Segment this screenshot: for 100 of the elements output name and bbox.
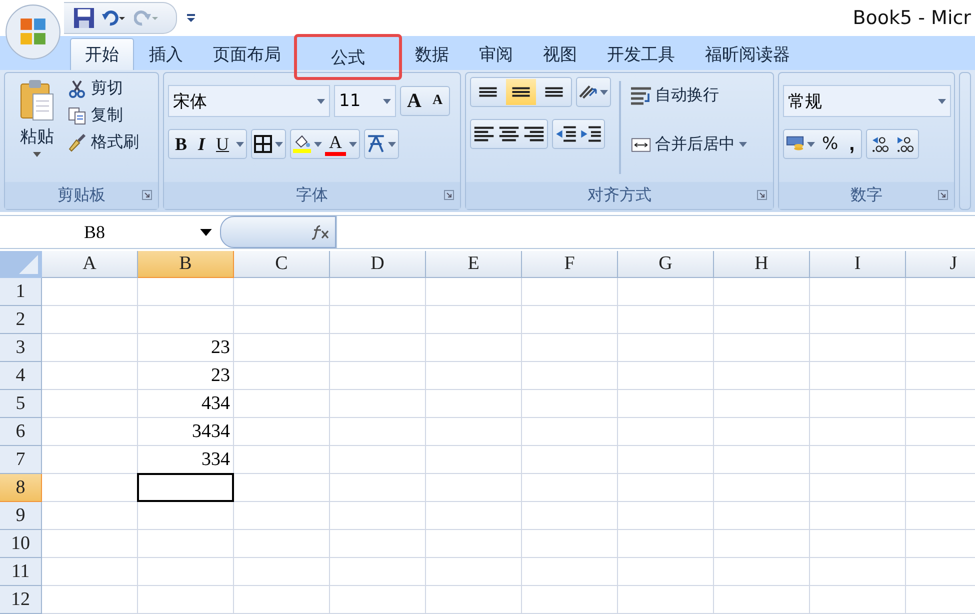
table-cell[interactable] — [522, 362, 618, 390]
dialog-launcher-icon[interactable] — [757, 190, 767, 200]
ribbon-tab[interactable]: 福昕阅读器 — [690, 38, 805, 70]
orientation-icon[interactable] — [579, 83, 597, 101]
row-header[interactable]: 3 — [0, 334, 42, 362]
table-cell[interactable]: 23 — [138, 334, 234, 362]
number-format-field[interactable]: 常规 — [783, 85, 951, 117]
table-cell[interactable] — [714, 418, 810, 446]
table-cell[interactable] — [42, 558, 138, 586]
table-cell[interactable] — [522, 418, 618, 446]
table-cell[interactable] — [42, 362, 138, 390]
table-cell[interactable] — [714, 502, 810, 530]
dropdown-caret-icon[interactable] — [349, 142, 358, 146]
table-cell[interactable]: 434 — [138, 390, 234, 418]
row-header[interactable]: 9 — [0, 502, 42, 530]
table-cell[interactable] — [426, 558, 522, 586]
dropdown-caret-icon[interactable] — [807, 142, 815, 146]
table-cell[interactable] — [714, 390, 810, 418]
shrink-font-button[interactable]: A — [428, 88, 447, 114]
borders-icon[interactable] — [254, 135, 272, 153]
table-cell[interactable] — [810, 390, 906, 418]
table-cell[interactable] — [426, 474, 522, 502]
font-size-field[interactable]: 11 — [334, 85, 396, 117]
decrease-indent-icon[interactable] — [555, 126, 577, 142]
table-cell[interactable] — [618, 362, 714, 390]
table-cell[interactable] — [618, 390, 714, 418]
table-cell[interactable] — [714, 362, 810, 390]
table-cell[interactable] — [426, 446, 522, 474]
table-cell[interactable] — [330, 530, 426, 558]
dialog-launcher-icon[interactable] — [938, 190, 948, 200]
dialog-launcher-icon[interactable] — [142, 190, 152, 200]
save-icon[interactable] — [74, 8, 94, 28]
table-cell[interactable] — [234, 586, 330, 614]
row-header[interactable]: 1 — [0, 278, 42, 306]
paste-button[interactable]: 粘贴 — [9, 77, 65, 178]
table-cell[interactable] — [426, 530, 522, 558]
table-cell[interactable] — [618, 278, 714, 306]
table-cell[interactable] — [810, 502, 906, 530]
table-cell[interactable] — [714, 586, 810, 614]
dropdown-caret-icon[interactable] — [600, 90, 608, 94]
active-cell[interactable] — [137, 473, 234, 502]
table-cell[interactable] — [810, 446, 906, 474]
column-header[interactable]: D — [330, 251, 426, 278]
table-cell[interactable] — [618, 334, 714, 362]
table-cell[interactable] — [330, 446, 426, 474]
insert-function-button[interactable] — [220, 216, 336, 248]
table-cell[interactable] — [810, 558, 906, 586]
clipboard-button[interactable]: 复制 — [65, 104, 141, 127]
row-header[interactable]: 11 — [0, 558, 42, 586]
table-cell[interactable] — [426, 586, 522, 614]
table-cell[interactable] — [522, 586, 618, 614]
table-cell[interactable] — [810, 586, 906, 614]
undo-icon[interactable] — [102, 10, 126, 26]
table-cell[interactable] — [138, 502, 234, 530]
dropdown-caret-icon[interactable] — [275, 142, 284, 146]
ribbon-tab[interactable]: 公式 — [296, 36, 400, 78]
increase-indent-icon[interactable] — [580, 126, 602, 142]
table-cell[interactable] — [330, 502, 426, 530]
row-header[interactable]: 12 — [0, 586, 42, 614]
ribbon-tab[interactable]: 开发工具 — [592, 38, 690, 70]
currency-icon[interactable] — [786, 135, 804, 153]
font-name-field[interactable]: 宋体 — [168, 85, 330, 117]
table-cell[interactable] — [618, 306, 714, 334]
clipboard-button[interactable]: 剪切 — [65, 77, 141, 100]
table-cell[interactable] — [810, 530, 906, 558]
table-cell[interactable] — [234, 502, 330, 530]
clipboard-button[interactable]: 格式刷 — [65, 131, 141, 154]
column-header[interactable]: I — [810, 251, 906, 278]
table-cell[interactable] — [522, 334, 618, 362]
table-cell[interactable] — [234, 362, 330, 390]
table-cell[interactable] — [234, 558, 330, 586]
table-cell[interactable] — [234, 418, 330, 446]
table-cell[interactable] — [810, 418, 906, 446]
table-cell[interactable] — [42, 390, 138, 418]
wrap-text-button[interactable]: 自动换行 — [629, 77, 749, 114]
column-header[interactable]: F — [522, 251, 618, 278]
table-cell[interactable] — [426, 334, 522, 362]
table-cell[interactable] — [714, 306, 810, 334]
table-cell[interactable] — [234, 474, 330, 502]
customize-toolbar-icon[interactable] — [187, 14, 195, 22]
table-cell[interactable] — [522, 474, 618, 502]
dialog-launcher-icon[interactable] — [444, 190, 454, 200]
table-cell[interactable] — [330, 362, 426, 390]
table-cell[interactable]: 23 — [138, 362, 234, 390]
table-cell[interactable] — [138, 306, 234, 334]
table-cell[interactable] — [234, 446, 330, 474]
table-cell[interactable] — [234, 334, 330, 362]
table-cell[interactable] — [810, 334, 906, 362]
table-cell[interactable] — [42, 334, 138, 362]
table-cell[interactable] — [426, 306, 522, 334]
align-right-icon[interactable] — [523, 126, 545, 142]
table-cell[interactable] — [138, 278, 234, 306]
table-cell[interactable] — [42, 446, 138, 474]
table-cell[interactable] — [714, 558, 810, 586]
table-cell[interactable] — [618, 418, 714, 446]
table-cell[interactable] — [714, 334, 810, 362]
table-cell[interactable] — [426, 278, 522, 306]
table-cell[interactable] — [426, 362, 522, 390]
column-header[interactable]: E — [426, 251, 522, 278]
underline-button[interactable]: U — [212, 131, 234, 157]
